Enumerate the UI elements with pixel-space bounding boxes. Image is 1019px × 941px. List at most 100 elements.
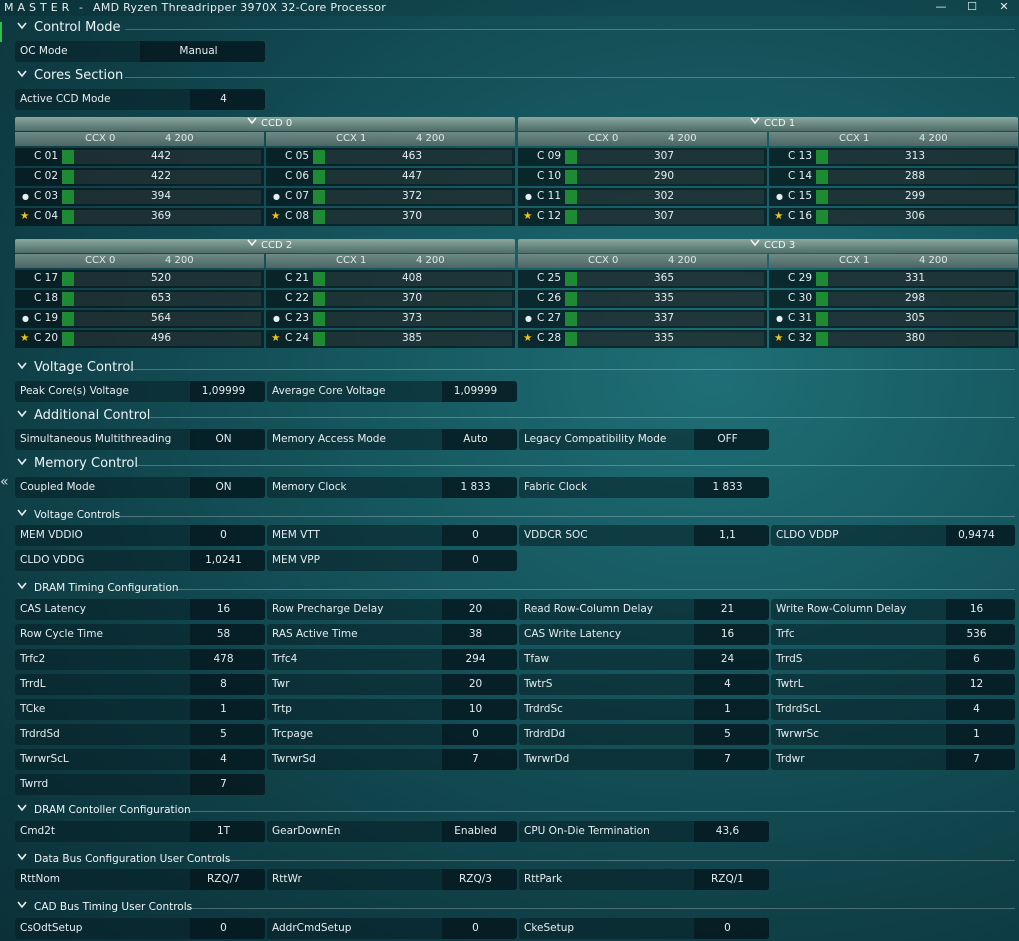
core-row[interactable]: ★ C 08 370: [266, 208, 515, 226]
trdrdscl-field[interactable]: TrdrdScL 4: [771, 699, 1015, 720]
write-row-column-delay-field[interactable]: Write Row-Column Delay 16: [771, 599, 1015, 620]
core-row[interactable]: C 18 653: [15, 290, 264, 308]
core-row[interactable]: ● C 31 305: [769, 310, 1018, 328]
ccd-header[interactable]: CCD 0: [15, 117, 515, 131]
trdrdsd-field[interactable]: TrdrdSd 5: [15, 724, 265, 745]
core-row[interactable]: ● C 19 564: [15, 310, 264, 328]
section-dram-controller[interactable]: DRAM Contoller Configuration: [15, 802, 1015, 820]
addrcmdsetup-field[interactable]: AddrCmdSetup 0: [267, 918, 517, 939]
mem-vtt-field[interactable]: MEM VTT 0: [267, 525, 517, 546]
core-row[interactable]: C 01 442: [15, 148, 264, 166]
core-row[interactable]: ● C 11 302: [518, 188, 767, 206]
trtp-field[interactable]: Trtp 10: [267, 699, 517, 720]
trfc-field[interactable]: Trfc 536: [771, 624, 1015, 645]
section-voltage-controls[interactable]: Voltage Controls: [15, 507, 1015, 525]
core-row[interactable]: ★ C 20 496: [15, 330, 264, 348]
chevron-down-icon[interactable]: [17, 582, 27, 591]
fabric-clock-field[interactable]: Fabric Clock 1 833: [519, 477, 769, 498]
core-row[interactable]: ● C 23 373: [266, 310, 515, 328]
ccd-header[interactable]: CCD 1: [518, 117, 1018, 131]
mem-vddio-field[interactable]: MEM VDDIO 0: [15, 525, 265, 546]
chevron-down-icon[interactable]: [17, 804, 27, 813]
ccd-header[interactable]: CCD 3: [518, 239, 1018, 253]
chevron-down-icon[interactable]: [17, 509, 27, 518]
core-row[interactable]: ★ C 16 306: [769, 208, 1018, 226]
twtrl-field[interactable]: TwtrL 12: [771, 674, 1015, 695]
trdrddd-field[interactable]: TrdrdDd 5: [519, 724, 769, 745]
core-row[interactable]: C 05 463: [266, 148, 515, 166]
chevron-down-icon[interactable]: [17, 22, 27, 31]
core-row[interactable]: C 30 298: [769, 290, 1018, 308]
core-row[interactable]: ● C 03 394: [15, 188, 264, 206]
cldo-vddp-field[interactable]: CLDO VDDP 0,9474: [771, 525, 1015, 546]
core-row[interactable]: ★ C 04 369: [15, 208, 264, 226]
twrrd-field[interactable]: Twrrd 7: [15, 774, 265, 795]
cpu-on-die-termination-field[interactable]: CPU On-Die Termination 43,6: [519, 821, 769, 842]
section-additional[interactable]: Additional Control: [15, 408, 1015, 426]
section-memory[interactable]: Memory Control: [15, 456, 1015, 474]
ccd-header[interactable]: CCD 2: [15, 239, 515, 253]
cas-latency-field[interactable]: CAS Latency 16: [15, 599, 265, 620]
core-row[interactable]: C 29 331: [769, 270, 1018, 288]
twrwrdd-field[interactable]: TwrwrDd 7: [519, 749, 769, 770]
core-row[interactable]: ★ C 24 385: [266, 330, 515, 348]
geardownen-field[interactable]: GearDownEn Enabled: [267, 821, 517, 842]
section-cores[interactable]: Cores Section: [15, 68, 1015, 86]
active-ccd-mode-field[interactable]: Active CCD Mode 4: [15, 89, 265, 110]
chevron-down-icon[interactable]: [750, 117, 760, 128]
core-row[interactable]: C 06 447: [266, 168, 515, 186]
minimize-icon[interactable]: —: [927, 0, 955, 16]
section-voltage[interactable]: Voltage Control: [15, 360, 1015, 378]
twrwrsd-field[interactable]: TwrwrSd 7: [267, 749, 517, 770]
simultaneous-multithreading-field[interactable]: Simultaneous Multithreading ON: [15, 429, 265, 450]
core-row[interactable]: C 21 408: [266, 270, 515, 288]
memory-access-mode-field[interactable]: Memory Access Mode Auto: [267, 429, 517, 450]
core-row[interactable]: C 14 288: [769, 168, 1018, 186]
ckesetup-field[interactable]: CkeSetup 0: [519, 918, 769, 939]
mem-vpp-field[interactable]: MEM VPP 0: [267, 550, 517, 571]
core-row[interactable]: C 10 290: [518, 168, 767, 186]
section-control-mode[interactable]: Control Mode: [15, 20, 1015, 38]
chevron-down-icon[interactable]: [247, 117, 257, 128]
cas-write-latency-field[interactable]: CAS Write Latency 16: [519, 624, 769, 645]
rttwr-field[interactable]: RttWr RZQ/3: [267, 869, 517, 890]
core-row[interactable]: C 17 520: [15, 270, 264, 288]
oc-mode-field[interactable]: OC Mode Manual: [15, 41, 265, 62]
chevron-down-icon[interactable]: [750, 239, 760, 250]
trdrdsc-field[interactable]: TrdrdSc 1: [519, 699, 769, 720]
tfaw-field[interactable]: Tfaw 24: [519, 649, 769, 670]
chevron-down-icon[interactable]: [17, 362, 27, 371]
csodtsetup-field[interactable]: CsOdtSetup 0: [15, 918, 265, 939]
core-row[interactable]: ★ C 32 380: [769, 330, 1018, 348]
section-dram-timing[interactable]: DRAM Timing Configuration: [15, 580, 1015, 598]
memory-clock-field[interactable]: Memory Clock 1 833: [267, 477, 517, 498]
ras-active-time-field[interactable]: RAS Active Time 38: [267, 624, 517, 645]
rttnom-field[interactable]: RttNom RZQ/7: [15, 869, 265, 890]
trcpage-field[interactable]: Trcpage 0: [267, 724, 517, 745]
core-row[interactable]: C 26 335: [518, 290, 767, 308]
twtrs-field[interactable]: TwtrS 4: [519, 674, 769, 695]
core-row[interactable]: C 02 422: [15, 168, 264, 186]
core-row[interactable]: C 09 307: [518, 148, 767, 166]
close-icon[interactable]: ✕: [990, 0, 1018, 16]
core-row[interactable]: ★ C 28 335: [518, 330, 767, 348]
cmd2t-field[interactable]: Cmd2t 1T: [15, 821, 265, 842]
trdwr-field[interactable]: Trdwr 7: [771, 749, 1015, 770]
chevron-down-icon[interactable]: [247, 239, 257, 250]
vddcr-soc-field[interactable]: VDDCR SOC 1,1: [519, 525, 769, 546]
core-row[interactable]: ● C 15 299: [769, 188, 1018, 206]
chevron-down-icon[interactable]: [17, 70, 27, 79]
legacy-compatibility-mode-field[interactable]: Legacy Compatibility Mode OFF: [519, 429, 769, 450]
section-cad-bus[interactable]: CAD Bus Timing User Controls: [15, 899, 1015, 917]
tcke-field[interactable]: TCke 1: [15, 699, 265, 720]
core-row[interactable]: C 13 313: [769, 148, 1018, 166]
trfc2-field[interactable]: Trfc2 478: [15, 649, 265, 670]
core-row[interactable]: ★ C 12 307: [518, 208, 767, 226]
chevron-down-icon[interactable]: [17, 901, 27, 910]
row-precharge-delay-field[interactable]: Row Precharge Delay 20: [267, 599, 517, 620]
twrwrscl-field[interactable]: TwrwrScL 4: [15, 749, 265, 770]
twr-field[interactable]: Twr 20: [267, 674, 517, 695]
read-row-column-delay-field[interactable]: Read Row-Column Delay 21: [519, 599, 769, 620]
cldo-vddg-field[interactable]: CLDO VDDG 1,0241: [15, 550, 265, 571]
core-row[interactable]: ● C 27 337: [518, 310, 767, 328]
